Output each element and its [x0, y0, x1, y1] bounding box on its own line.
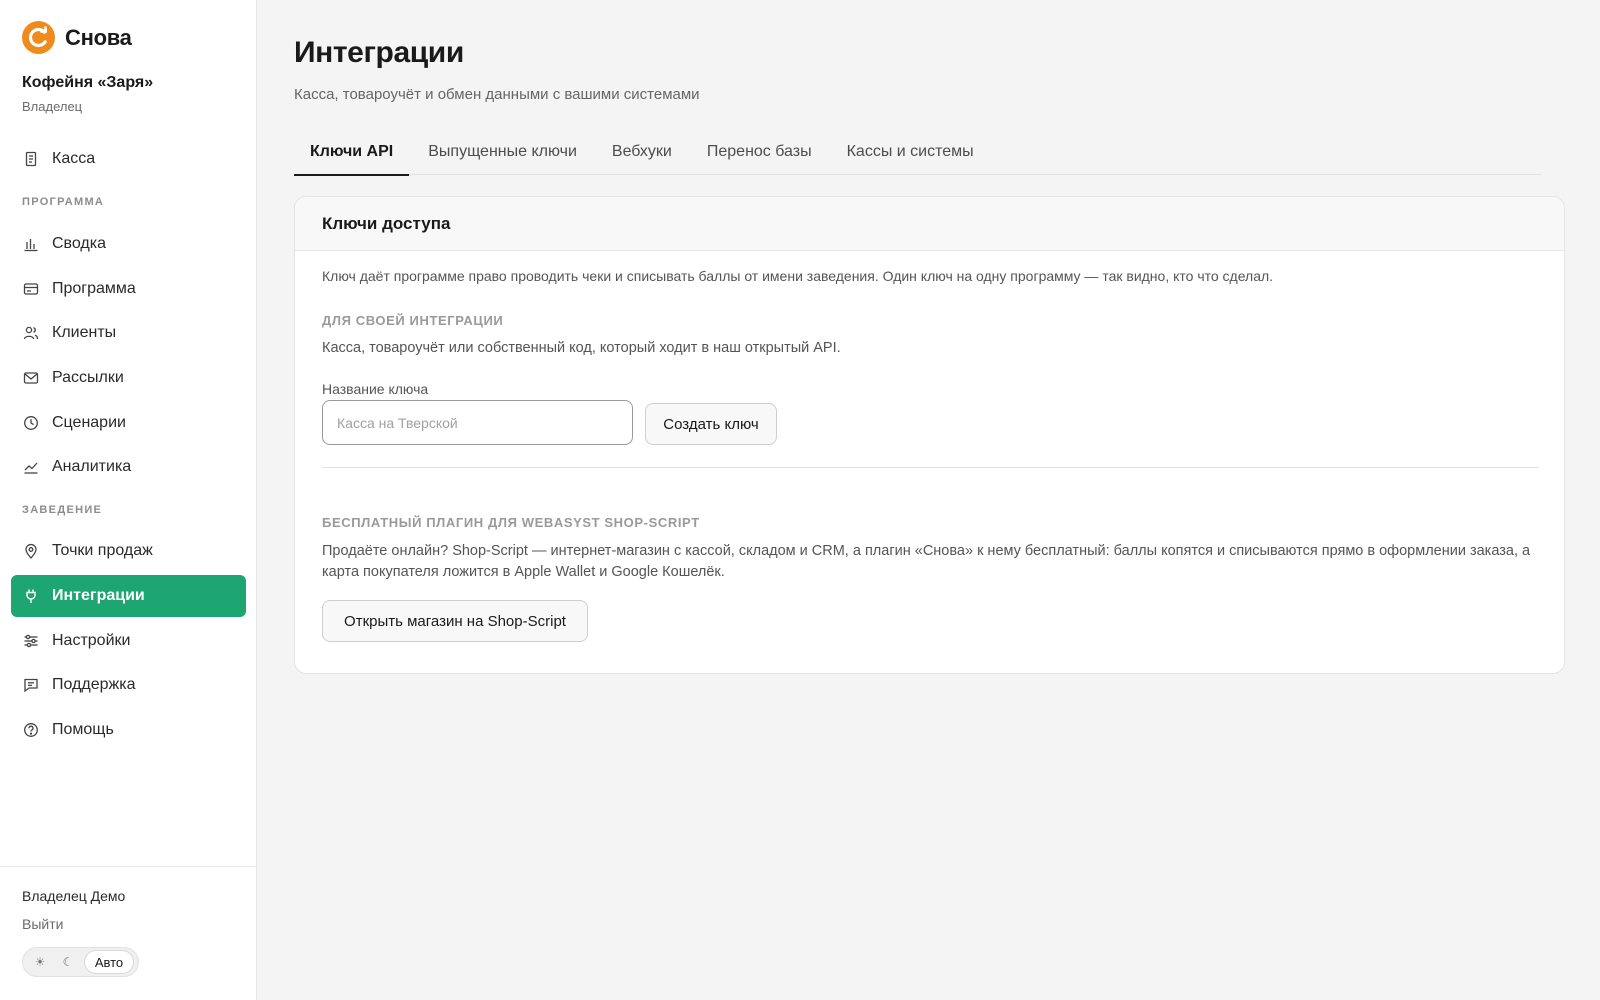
sidebar-item-help[interactable]: Помощь [11, 709, 246, 751]
sidebar-item-settings[interactable]: Настройки [11, 620, 246, 662]
user-name: Владелец Демо [22, 888, 126, 904]
create-key-button[interactable]: Создать ключ [645, 403, 777, 445]
theme-auto-button[interactable]: Авто [84, 950, 134, 974]
own-integration-title: ДЛЯ СВОЕЙ ИНТЕГРАЦИИ [322, 313, 504, 328]
trend-icon [23, 459, 39, 475]
page-subtitle: Касса, товароучёт и обмен данными с ваши… [294, 86, 700, 103]
key-name-label: Название ключа [322, 381, 429, 397]
sidebar-item-kassa[interactable]: Касса [11, 138, 246, 180]
sidebar-item-label: Помощь [52, 721, 114, 738]
tab-data-migration[interactable]: Перенос базы [691, 128, 828, 175]
tab-webhooks[interactable]: Вебхуки [596, 128, 688, 175]
sidebar-item-scenarios[interactable]: Сценарии [11, 402, 246, 444]
pin-icon [23, 543, 39, 559]
plugin-title: БЕСПЛАТНЫЙ ПЛАГИН ДЛЯ WEBASYST SHOP-SCRI… [322, 515, 700, 530]
moon-icon[interactable]: ☾ [54, 950, 82, 974]
help-icon [23, 722, 39, 738]
sidebar-item-integrations[interactable]: Интеграции [11, 575, 246, 617]
card-icon [23, 281, 39, 297]
tab-registers-systems[interactable]: Кассы и системы [831, 128, 990, 175]
section-divider [322, 467, 1539, 468]
card-title: Ключи доступа [295, 197, 1564, 251]
venue-name: Кофейня «Заря» [22, 74, 154, 91]
sidebar-item-support[interactable]: Поддержка [11, 664, 246, 706]
venue-role: Владелец [22, 99, 83, 114]
sidebar-item-label: Интеграции [52, 587, 145, 604]
sidebar-item-label: Касса [52, 150, 96, 167]
receipt-icon [23, 151, 39, 167]
sliders-icon [23, 633, 39, 649]
sidebar-item-clients[interactable]: Клиенты [11, 312, 246, 354]
logout-link[interactable]: Выйти [22, 916, 63, 932]
card-description: Ключ даёт программе право проводить чеки… [322, 268, 1274, 284]
brand[interactable]: Снова [22, 21, 132, 54]
sidebar-item-label: Сводка [52, 235, 107, 252]
users-icon [23, 325, 39, 341]
brand-name: Снова [65, 24, 132, 50]
plug-icon [23, 588, 39, 604]
sidebar-item-label: Клиенты [52, 324, 117, 341]
chat-icon [23, 677, 39, 693]
key-name-input[interactable] [322, 400, 633, 445]
sidebar-item-label: Точки продаж [52, 542, 153, 559]
mail-icon [23, 370, 39, 386]
tab-api-keys[interactable]: Ключи API [294, 128, 410, 176]
tab-issued-keys[interactable]: Выпущенные ключи [412, 128, 593, 175]
sidebar-item-label: Поддержка [52, 676, 136, 693]
open-shop-script-button[interactable]: Открыть магазин на Shop-Script [322, 600, 588, 642]
sidebar-item-label: Программа [52, 280, 136, 297]
main-content: Интеграции Касса, товароучёт и обмен дан… [257, 0, 1600, 1000]
clock-icon [23, 415, 39, 431]
brand-logo-icon [22, 21, 55, 54]
sidebar-item-label: Настройки [52, 632, 131, 649]
sidebar: Снова Кофейня «Заря» Владелец Касса ПРОГ… [0, 0, 257, 1000]
sun-icon[interactable]: ☀ [26, 950, 54, 974]
sidebar-item-points-of-sale[interactable]: Точки продаж [11, 530, 246, 572]
access-keys-card: Ключи доступа Ключ даёт программе право … [294, 196, 1565, 674]
sidebar-item-label: Сценарии [52, 414, 126, 431]
own-integration-text: Касса, товароучёт или собственный код, к… [322, 340, 841, 356]
sidebar-item-label: Рассылки [52, 369, 124, 386]
theme-switch: ☀ ☾ Авто [22, 947, 139, 977]
sidebar-item-program[interactable]: Программа [11, 268, 246, 310]
sidebar-item-summary[interactable]: Сводка [11, 223, 246, 265]
page-title: Интеграции [294, 36, 464, 69]
sidebar-item-mailings[interactable]: Рассылки [11, 357, 246, 399]
sidebar-item-analytics[interactable]: Аналитика [11, 446, 246, 488]
sidebar-item-label: Аналитика [52, 458, 132, 475]
bar-chart-icon [23, 236, 39, 252]
sidebar-footer: Владелец Демо Выйти ☀ ☾ Авто [0, 866, 256, 1000]
tab-bar: Ключи API Выпущенные ключи Вебхуки Перен… [294, 128, 1541, 176]
nav-section-program: ПРОГРАММА [22, 196, 105, 208]
plugin-text: Продаёте онлайн? Shop-Script — интернет-… [322, 543, 1531, 580]
nav-section-venue: ЗАВЕДЕНИЕ [22, 504, 103, 516]
